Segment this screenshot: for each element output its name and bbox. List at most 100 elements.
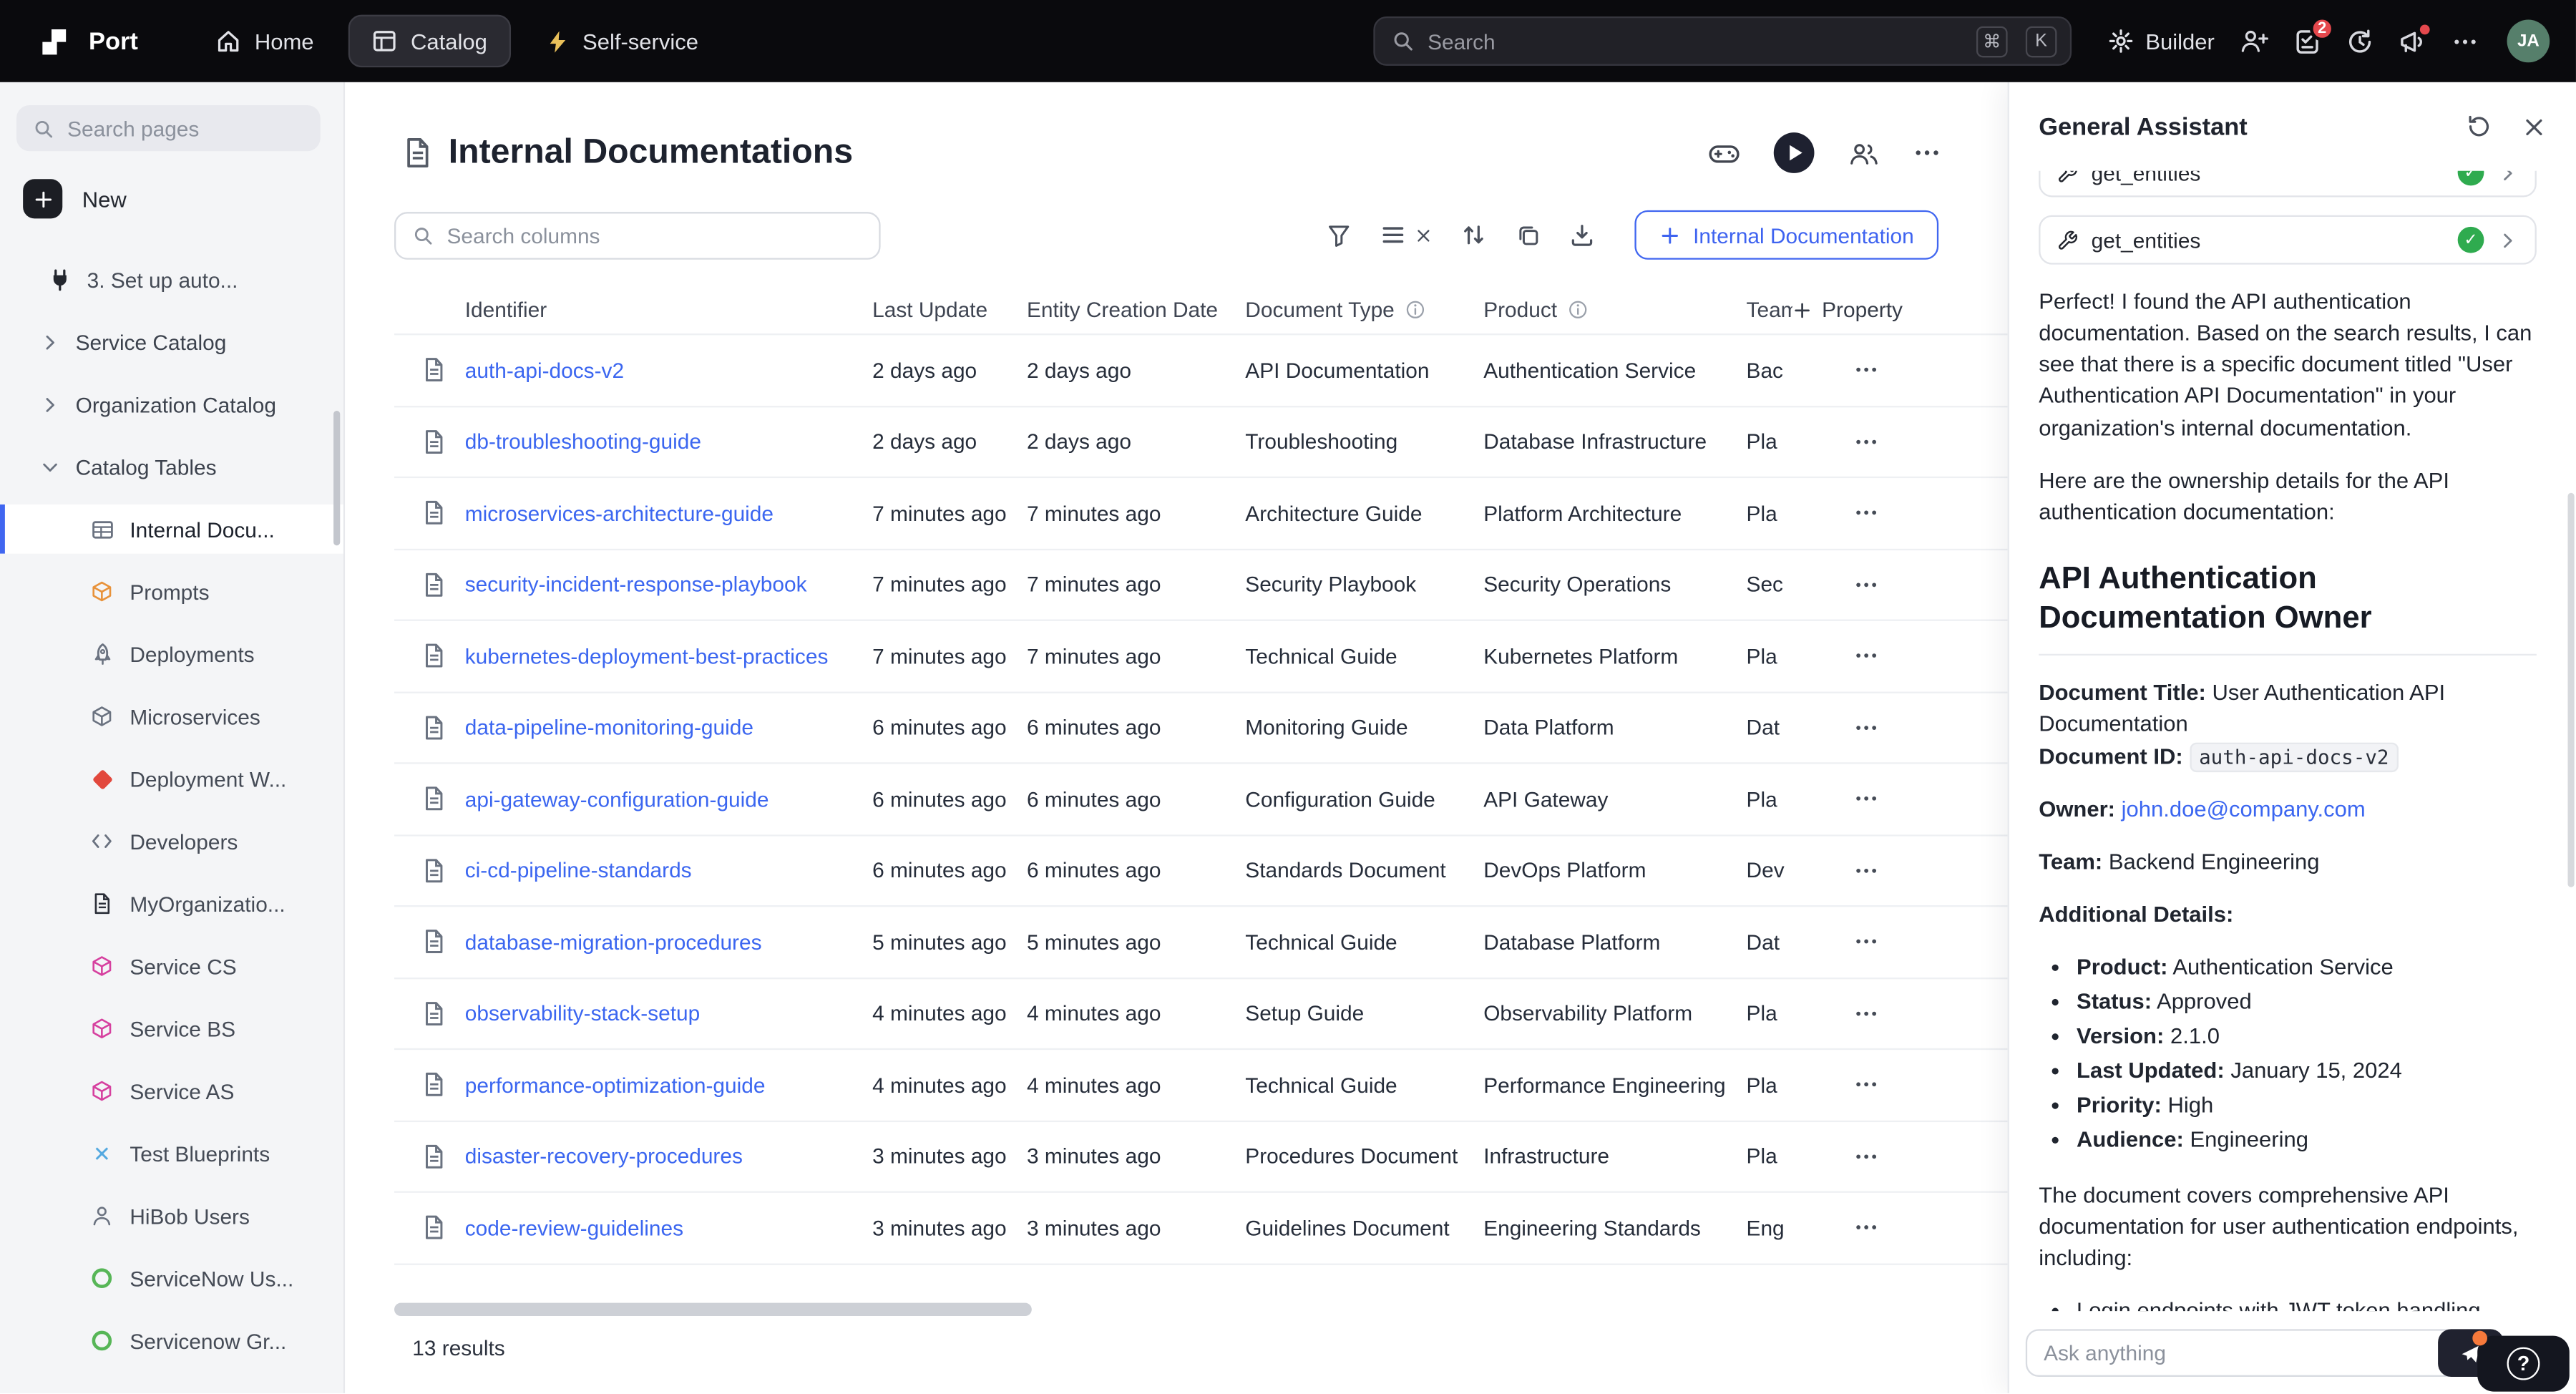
- tasks-button[interactable]: 2: [2293, 27, 2321, 55]
- identifier-link[interactable]: data-pipeline-monitoring-guide: [465, 715, 872, 739]
- new-label: New: [82, 187, 127, 211]
- new-page-button[interactable]: [23, 179, 62, 218]
- row-menu-button[interactable]: [1792, 1000, 1938, 1027]
- sidebar-group-catalog-tables[interactable]: Catalog Tables: [0, 442, 343, 492]
- horizontal-scrollbar-thumb[interactable]: [394, 1303, 1032, 1316]
- sidebar-group-service-catalog[interactable]: Service Catalog: [0, 317, 343, 366]
- global-search-input[interactable]: [1428, 29, 1958, 53]
- identifier-link[interactable]: microservices-architecture-guide: [465, 501, 872, 525]
- column-header-creation-date[interactable]: Entity Creation Date: [1027, 298, 1245, 322]
- brand[interactable]: Port: [36, 23, 138, 59]
- nav-self-service-label: Self-service: [582, 29, 698, 53]
- identifier-link[interactable]: api-gateway-configuration-guide: [465, 786, 872, 811]
- column-header-product[interactable]: Product: [1483, 298, 1746, 322]
- history-button[interactable]: [2346, 27, 2374, 55]
- invite-users-button[interactable]: [2239, 28, 2268, 54]
- filter-button[interactable]: [1325, 222, 1352, 248]
- sidebar-item-deployments[interactable]: Deployments: [0, 629, 343, 678]
- nav-item-home[interactable]: Home: [194, 16, 335, 66]
- sidebar-item-test-blueprints[interactable]: ✕ Test Blueprints: [0, 1129, 343, 1178]
- panel-scrollbar-thumb[interactable]: [2567, 493, 2574, 887]
- sidebar-item-service-cs[interactable]: Service CS: [0, 942, 343, 991]
- group-by-button[interactable]: [1380, 222, 1406, 248]
- more-menu-button[interactable]: [2451, 27, 2479, 55]
- cell-document-type: Technical Guide: [1245, 643, 1483, 668]
- sidebar-item-developers[interactable]: Developers: [0, 817, 343, 866]
- reset-conversation-button[interactable]: [2466, 113, 2492, 140]
- sidebar-item-setup-step[interactable]: 3. Set up auto...: [0, 255, 343, 304]
- builder-button[interactable]: Builder: [2108, 28, 2215, 54]
- row-menu-button[interactable]: [1792, 1214, 1938, 1241]
- sidebar-search-input[interactable]: [67, 116, 304, 140]
- announcements-button[interactable]: [2399, 27, 2426, 55]
- sidebar-item-hibob-users[interactable]: HiBob Users: [0, 1191, 343, 1241]
- row-menu-button[interactable]: [1792, 857, 1938, 884]
- identifier-link[interactable]: disaster-recovery-procedures: [465, 1144, 872, 1169]
- identifier-link[interactable]: database-migration-procedures: [465, 930, 872, 954]
- sidebar-item-service-as[interactable]: Service AS: [0, 1066, 343, 1116]
- clear-group-button[interactable]: [1414, 226, 1432, 244]
- page-more-button[interactable]: [1912, 138, 1941, 167]
- sidebar-search[interactable]: [16, 105, 321, 151]
- close-panel-button[interactable]: [2522, 113, 2546, 140]
- identifier-link[interactable]: observability-stack-setup: [465, 1001, 872, 1025]
- row-menu-button[interactable]: [1792, 786, 1938, 812]
- tasks-badge: 2: [2310, 16, 2334, 40]
- user-avatar[interactable]: JA: [2507, 20, 2550, 63]
- row-menu-button[interactable]: [1792, 643, 1938, 669]
- sort-button[interactable]: [1460, 222, 1486, 248]
- sidebar-item-service-bs[interactable]: Service BS: [0, 1004, 343, 1053]
- row-menu-button[interactable]: [1792, 714, 1938, 741]
- nav-item-self-service[interactable]: Self-service: [523, 17, 719, 65]
- column-header-document-type[interactable]: Document Type: [1245, 298, 1483, 322]
- sidebar-item-myorganization[interactable]: MyOrganizatio...: [0, 879, 343, 928]
- ask-input[interactable]: [2026, 1329, 2487, 1377]
- sidebar-scrollbar-thumb[interactable]: [333, 411, 340, 545]
- row-menu-button[interactable]: [1792, 429, 1938, 455]
- sidebar-item-internal-documentations[interactable]: Internal Docu...: [0, 505, 343, 554]
- column-search-input[interactable]: [447, 223, 862, 247]
- column-header-last-update[interactable]: Last Update: [872, 298, 1027, 322]
- row-menu-button[interactable]: [1792, 571, 1938, 598]
- audience-button[interactable]: [1848, 139, 1880, 167]
- add-property-button[interactable]: Property: [1792, 298, 1938, 322]
- identifier-link[interactable]: ci-cd-pipeline-standards: [465, 858, 872, 882]
- identifier-link[interactable]: security-incident-response-playbook: [465, 572, 872, 597]
- column-search[interactable]: [394, 211, 881, 259]
- sidebar-item-servicenow-users[interactable]: ServiceNow Us...: [0, 1254, 343, 1303]
- row-menu-button[interactable]: [1792, 1072, 1938, 1098]
- copy-button[interactable]: [1514, 222, 1541, 248]
- sidebar-group-organization-catalog[interactable]: Organization Catalog: [0, 379, 343, 429]
- global-search[interactable]: ⌘ K: [1373, 16, 2072, 66]
- cell-team: Dev: [1747, 858, 1792, 882]
- help-widget-button[interactable]: ?: [2477, 1336, 2570, 1392]
- chevron-right-icon: [2497, 171, 2519, 183]
- sidebar-item-deployment-workflows[interactable]: Deployment W...: [0, 754, 343, 804]
- sidebar-item-microservices[interactable]: Microservices: [0, 692, 343, 741]
- game-controller-button[interactable]: [1709, 140, 1740, 165]
- identifier-link[interactable]: performance-optimization-guide: [465, 1073, 872, 1097]
- row-menu-button[interactable]: [1792, 500, 1938, 527]
- row-menu-button[interactable]: [1792, 929, 1938, 955]
- row-menu-button[interactable]: [1792, 357, 1938, 384]
- column-header-identifier[interactable]: Identifier: [465, 298, 872, 322]
- identifier-link[interactable]: code-review-guidelines: [465, 1215, 872, 1239]
- sidebar-item-prompts[interactable]: Prompts: [0, 567, 343, 616]
- cell-product: Observability Platform: [1483, 1001, 1746, 1025]
- tool-call-chip[interactable]: get_entities ✓: [2039, 215, 2537, 265]
- detail-item: Last Updated: January 15, 2024: [2077, 1055, 2537, 1089]
- column-header-team[interactable]: Team: [1747, 298, 1792, 322]
- identifier-link[interactable]: db-troubleshooting-guide: [465, 429, 872, 454]
- add-entity-button[interactable]: Internal Documentation: [1634, 210, 1938, 260]
- identifier-link[interactable]: auth-api-docs-v2: [465, 358, 872, 382]
- x-icon: ✕: [89, 1143, 115, 1164]
- export-button[interactable]: [1568, 222, 1595, 248]
- cell-entity-creation-date: 4 minutes ago: [1027, 1001, 1245, 1025]
- owner-email-link[interactable]: john.doe@company.com: [2122, 796, 2366, 821]
- identifier-link[interactable]: kubernetes-deployment-best-practices: [465, 643, 872, 668]
- demo-play-button[interactable]: [1772, 132, 1815, 175]
- nav-item-catalog[interactable]: Catalog: [348, 15, 510, 67]
- sidebar-item-servicenow-groups[interactable]: Servicenow Gr...: [0, 1316, 343, 1365]
- row-menu-button[interactable]: [1792, 1143, 1938, 1169]
- tool-call-chip-partial[interactable]: get_entities ✓: [2039, 171, 2537, 198]
